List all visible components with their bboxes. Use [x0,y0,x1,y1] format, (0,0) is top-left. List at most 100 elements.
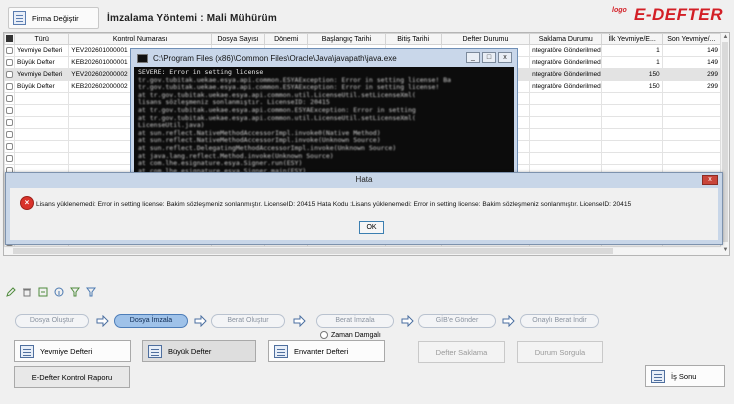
column-header[interactable]: Defter Durumu [440,33,531,45]
checkbox-icon[interactable] [6,70,14,78]
edit-icon[interactable] [6,287,16,297]
checkbox-icon[interactable] [6,46,14,54]
horizontal-scrollbar[interactable] [4,246,721,255]
buyuk-defter-label: Büyük Defter [168,346,212,356]
checkbox-icon[interactable] [6,130,14,138]
console-titlebar[interactable]: C:\Program Files (x86)\Common Files\Orac… [131,49,517,67]
column-header[interactable]: Son Yevmiye/... [661,33,722,45]
column-header[interactable]: Başlangıç Tarihi [307,33,386,45]
table-cell: 299 [661,80,722,93]
select-all-checkbox[interactable] [4,33,16,45]
table-cell: Yevmiye Defteri [14,44,70,57]
column-header[interactable]: Dosya Sayısı [210,33,266,45]
is-sonu-button[interactable]: İş Sonu [645,365,725,387]
hscroll-thumb[interactable] [13,248,613,254]
checkbox-icon[interactable] [6,154,14,162]
table-cell [529,116,603,129]
console-close-button[interactable]: x [498,52,512,63]
column-header[interactable]: İlk Yevmiye/E... [601,33,663,45]
step-berat-olustur[interactable]: Berat Oluştur [211,314,285,328]
page-title: İmzalama Yöntemi : Mali Mühürüm [107,13,277,24]
table-cell [529,140,603,153]
kontrol-raporu-button[interactable]: E-Defter Kontrol Raporu [14,366,130,388]
table-cell [14,128,70,141]
table-cell: Büyük Defter [14,80,70,93]
grid-toolbar [6,287,96,297]
arrow-right-icon [502,315,515,327]
minimize-button[interactable]: _ [466,52,480,63]
document-icon [651,369,665,383]
filter-icon[interactable] [70,287,80,297]
maximize-button[interactable]: □ [482,52,496,63]
table-header-row: Türü Kontrol Numarası Dosya Sayısı Dönemi Ba… [4,33,722,45]
table-cell [601,92,663,105]
yevmiye-defteri-label: Yevmiye Defteri [40,346,93,356]
step-onayli-berat-indir[interactable]: Onaylı Berat İndir [520,314,599,328]
table-cell [661,128,722,141]
step-berat-imzala[interactable]: Berat İmzala [316,314,394,328]
buyuk-defter-button[interactable]: Büyük Defter [142,340,256,362]
column-header[interactable]: Dönemi [264,33,309,45]
table-cell: 149 [661,44,722,57]
yevmiye-defteri-button[interactable]: Yevmiye Defteri [14,340,131,362]
change-firm-button[interactable]: Firma Değiştir [8,7,99,29]
table-cell: 299 [661,68,722,81]
info-icon[interactable] [54,287,64,297]
error-message: Lisans yüklenemedi: Error in setting lic… [36,201,632,208]
table-cell [661,116,722,129]
table-cell [661,140,722,153]
table-cell [529,152,603,165]
checkbox-icon[interactable] [6,35,14,43]
ok-button[interactable]: OK [359,221,384,234]
book-icon [20,344,34,358]
table-cell [529,92,603,105]
table-cell [661,92,722,105]
step-dosya-imzala[interactable]: Dosya İmzala [114,314,188,328]
envanter-defteri-label: Envanter Defteri [294,346,349,356]
book-icon [274,344,288,358]
table-cell: ntegratöre Gönderilmedi [529,80,603,93]
clear-filter-icon[interactable] [86,287,96,297]
table-cell: ntegratöre Gönderilmedi [529,56,603,69]
arrow-right-icon [96,315,109,327]
table-cell [14,140,70,153]
dialog-close-button[interactable]: x [702,175,718,185]
table-cell: 150 [601,80,663,93]
table-cell [661,152,722,165]
scroll-down-icon[interactable]: ▼ [722,247,729,254]
table-cell [601,128,663,141]
checkbox-icon[interactable] [6,58,14,66]
book-icon [148,344,162,358]
defter-saklama-button[interactable]: Defter Saklama [418,341,505,363]
logo-small-text: logo [612,7,627,14]
row-checkbox-cell [4,116,16,129]
table-cell [661,104,722,117]
row-checkbox-cell [4,104,16,117]
checkbox-icon[interactable] [6,118,14,126]
column-header[interactable]: Saklama Durumu [529,33,603,45]
column-header[interactable]: Bitiş Tarihi [384,33,442,45]
row-checkbox-cell [4,44,16,57]
checkbox-icon[interactable] [6,142,14,150]
zaman-damgali-option[interactable]: Zaman Damgalı [320,331,381,339]
delete-icon[interactable] [22,287,32,297]
export-icon[interactable] [38,287,48,297]
step-gibe-gonder[interactable]: GİB'e Gönder [418,314,496,328]
step-dosya-olustur[interactable]: Dosya Oluştur [15,314,89,328]
zaman-damgali-radio[interactable] [320,331,328,339]
document-icon [13,11,26,25]
durum-sorgula-button[interactable]: Durum Sorgula [517,341,603,363]
checkbox-icon[interactable] [6,106,14,114]
column-header[interactable]: Türü [14,33,70,45]
table-cell: 150 [601,68,663,81]
arrow-right-icon [293,315,306,327]
scroll-up-icon[interactable]: ▲ [722,34,729,41]
table-cell: ntegratöre Gönderilmedi [529,44,603,57]
table-cell: Yevmiye Defteri [14,68,70,81]
envanter-defteri-button[interactable]: Envanter Defteri [268,340,385,362]
error-icon: × [20,196,34,210]
checkbox-icon[interactable] [6,94,14,102]
table-cell: 1 [601,44,663,57]
column-header[interactable]: Kontrol Numarası [68,33,212,45]
checkbox-icon[interactable] [6,82,14,90]
